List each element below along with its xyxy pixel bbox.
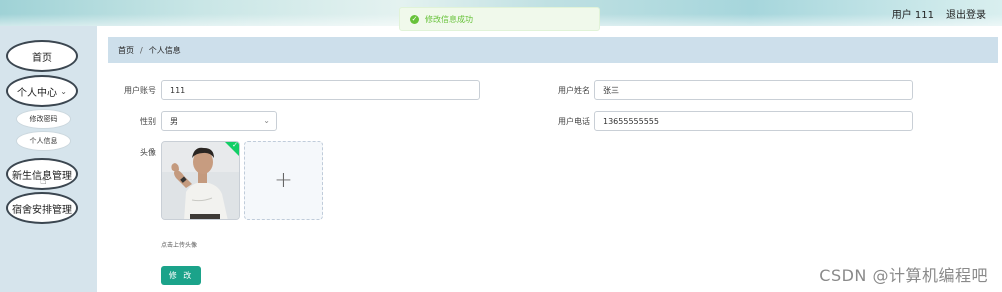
- sidebar-item-dorm-arrangement[interactable]: 宿舍安排管理: [6, 192, 78, 224]
- name-value: 张三: [603, 85, 619, 95]
- sidebar-item-personal-info[interactable]: 个人信息: [17, 132, 70, 150]
- sidebar-item-personal-center[interactable]: 个人中心 ⌄: [6, 75, 78, 107]
- user-area: 用户 111 退出登录: [892, 6, 986, 21]
- toast-message: 修改信息成功: [425, 14, 473, 24]
- avatar-upload-button[interactable]: +: [244, 141, 323, 220]
- sidebar-item-label: 个人中心: [17, 87, 57, 99]
- phone-label: 用户电话: [558, 117, 590, 126]
- gender-value: 男: [170, 116, 178, 126]
- sidebar-item-home[interactable]: 首页: [6, 40, 78, 72]
- sidebar-item-label: 修改密码: [29, 115, 58, 123]
- success-check-icon: ✓: [410, 14, 419, 24]
- account-field[interactable]: 111: [161, 80, 480, 100]
- check-icon: ✓: [232, 141, 238, 149]
- submit-button[interactable]: 修 改: [161, 266, 201, 285]
- sidebar-item-change-password[interactable]: 修改密码: [17, 110, 70, 128]
- name-label: 用户姓名: [558, 86, 590, 95]
- breadcrumb: 首页 / 个人信息: [108, 37, 998, 63]
- sidebar-item-label: 个人信息: [29, 137, 58, 145]
- pointer-cursor-icon: ☝: [40, 174, 47, 187]
- plus-icon: +: [274, 168, 293, 193]
- name-field[interactable]: 张三: [594, 80, 913, 100]
- chevron-down-icon: ⌄: [60, 87, 67, 96]
- account-value: 111: [170, 85, 186, 95]
- logout-link[interactable]: 退出登录: [946, 6, 986, 21]
- sidebar-item-label: 宿舍安排管理: [12, 204, 72, 216]
- chevron-down-icon: ⌄: [263, 116, 270, 125]
- success-toast: ✓ 修改信息成功: [399, 7, 600, 31]
- sidebar-item-label: 首页: [32, 52, 52, 64]
- breadcrumb-separator: /: [140, 45, 143, 55]
- watermark: CSDN @计算机编程吧: [819, 266, 988, 285]
- breadcrumb-current: 个人信息: [148, 45, 181, 55]
- gender-label: 性别: [140, 117, 156, 126]
- user-label: 用户 111: [891, 10, 934, 21]
- avatar-preview[interactable]: ✓: [161, 141, 240, 220]
- phone-field[interactable]: 13655555555: [594, 111, 913, 131]
- upload-hint: 点击上传头像: [161, 242, 198, 249]
- phone-value: 13655555555: [603, 116, 659, 126]
- gender-select[interactable]: 男 ⌄: [161, 111, 277, 131]
- avatar-label: 头像: [140, 148, 156, 157]
- breadcrumb-home[interactable]: 首页: [118, 45, 134, 56]
- account-label: 用户账号: [124, 86, 156, 95]
